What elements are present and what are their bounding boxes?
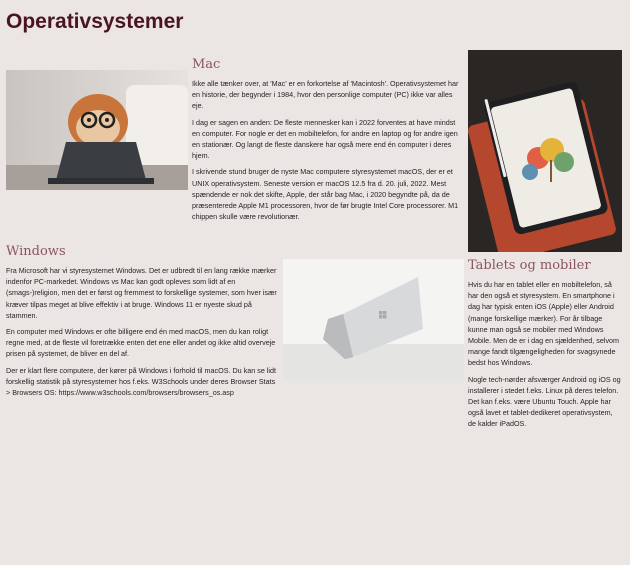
- page-title: Operativsystemer: [6, 10, 184, 33]
- windows-heading: Windows: [6, 244, 66, 259]
- mac-paragraph: Ikke alle tænker over, at 'Mac' er en fo…: [192, 79, 459, 111]
- mac-paragraph: I skrivende stund bruger de nyste Mac co…: [192, 167, 459, 222]
- windows-paragraph: En computer med Windows er ofte billiger…: [6, 327, 276, 359]
- tablets-paragraph: Hvis du har en tablet eller en mobiltele…: [468, 280, 620, 368]
- windows-paragraph: Fra Microsoft har vi styresystemet Windo…: [6, 266, 277, 320]
- tablets-paragraph: Nogle tech-nørder afsværger Android og i…: [468, 374, 621, 429]
- windows-section: Windows Fra Microsoft har vi styresystem…: [6, 244, 278, 403]
- tablet-photo: [468, 50, 622, 252]
- windows-paragraph: Der er klart flere computere, der kører …: [6, 365, 277, 398]
- tablets-heading: Tablets og mobiler: [468, 258, 591, 273]
- mac-paragraph: I dag er sagen en anden: De fleste menne…: [192, 117, 458, 161]
- tablets-section: Tablets og mobiler Hvis du har en tablet…: [468, 258, 622, 435]
- laptop-photo: [283, 259, 464, 381]
- dog-laptop-photo: [6, 70, 188, 190]
- mac-section: Mac Ikke alle tænker over, at 'Mac' er e…: [192, 57, 462, 227]
- mac-heading: Mac: [192, 57, 221, 72]
